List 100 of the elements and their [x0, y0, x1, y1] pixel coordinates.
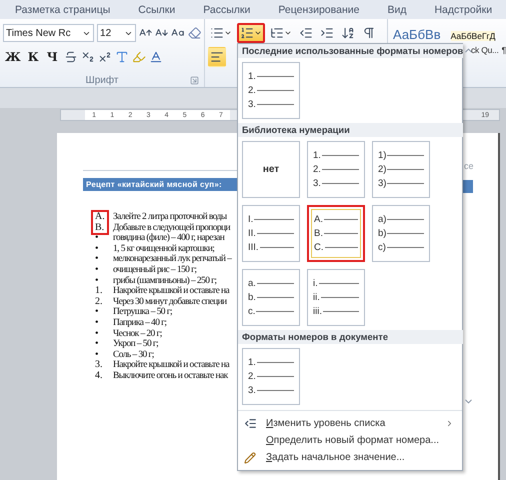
list-marker: 3.	[94, 360, 104, 371]
number-marker: a)	[378, 214, 386, 225]
decrease-indent-icon	[299, 26, 313, 40]
ribbon-tab[interactable]: Вид	[387, 4, 406, 16]
dialog-launcher-icon[interactable]	[190, 76, 199, 84]
number-marker: i.	[313, 278, 318, 289]
list-marker: 1.	[94, 286, 104, 297]
numbered-list-icon	[240, 26, 254, 40]
list-marker: •	[94, 307, 100, 318]
superscript-icon[interactable]	[98, 50, 112, 64]
number-marker: 2.	[248, 371, 256, 382]
font-size-field[interactable]: 12	[97, 24, 136, 42]
ribbon-tab[interactable]: Рассылки	[203, 4, 250, 16]
number-marker: ii.	[313, 292, 320, 303]
style-sample[interactable]: АаБбВеГгД	[450, 31, 496, 41]
clear-formatting-icon[interactable]	[188, 26, 201, 40]
number-format-option[interactable]: a) b) c)	[372, 205, 430, 262]
list-item-text: Через 30 минут добавьте специи	[113, 296, 228, 308]
pencil-icon	[244, 452, 256, 464]
number-marker: II.	[248, 228, 256, 239]
number-format-option[interactable]: 1. 2. 3.	[242, 348, 300, 405]
list-item-text: Добавьте в следующей пропорци	[113, 222, 232, 233]
number-format-option[interactable]: нет	[242, 141, 300, 198]
font-name-field[interactable]: Times New Rc	[3, 24, 94, 42]
caret-icon	[284, 29, 292, 37]
list-item-text: очищенный рис – 150 г;	[113, 264, 198, 276]
list-item-text: грибы (шампиньоны) – 250 г;	[113, 276, 218, 286]
list-item-text: мелконарезанный лук репчатый –	[113, 254, 232, 265]
list-level-icon	[244, 417, 256, 430]
number-marker: b)	[378, 228, 386, 239]
list-item-text: говядина (филе) – 400 г, нарезан	[113, 233, 226, 244]
number-marker: c.	[248, 306, 256, 317]
menu-item[interactable]: Задать начальное значение...	[238, 449, 462, 466]
number-marker: B.	[314, 228, 323, 239]
align-button[interactable]	[208, 47, 226, 67]
number-marker: 3)	[378, 178, 386, 189]
subscript-icon[interactable]	[80, 50, 95, 64]
list-marker: •	[94, 244, 100, 254]
number-marker: b.	[248, 292, 256, 303]
style-caption: ¶	[502, 45, 506, 55]
ribbon-tab[interactable]: Разметка страницы	[15, 4, 110, 16]
menu-item-label: Задать начальное значение...	[266, 452, 405, 463]
number-marker: C.	[314, 242, 324, 253]
list-marker: 2.	[94, 296, 104, 308]
ribbon-tab[interactable]: Надстройки	[434, 4, 492, 16]
number-format-option[interactable]: i. ii. iii.	[307, 269, 365, 326]
list-marker: •	[94, 328, 100, 340]
list-item-text: Петрушка – 50 г;	[113, 307, 174, 318]
text-style-button[interactable]: Ч	[44, 47, 61, 67]
menu-item[interactable]: Изменить уровень списка	[238, 415, 462, 432]
style-caption: ck Qu...	[470, 45, 499, 55]
heading-text: Рецепт «китайский мясной суп»:	[86, 180, 222, 189]
number-format-option[interactable]: 1) 2) 3)	[372, 141, 430, 198]
group-label: Шрифт	[86, 74, 118, 86]
text-style-button[interactable]: К	[26, 47, 42, 67]
caret-icon	[224, 29, 232, 37]
list-marker: •	[94, 350, 100, 360]
number-marker: 1.	[248, 357, 256, 368]
number-format-option[interactable]: a. b. c.	[242, 269, 300, 326]
number-marker: 2)	[378, 164, 386, 175]
number-marker: 2.	[313, 164, 321, 175]
ribbon-tab[interactable]: Ссылки	[138, 4, 176, 16]
style-sample[interactable]: АаБбВв	[393, 27, 441, 42]
number-format-option[interactable]: 1. 2. 3.	[242, 62, 300, 119]
text-effects-icon[interactable]	[114, 50, 129, 64]
strikethrough-icon[interactable]	[64, 50, 78, 64]
ribbon-tab[interactable]: Рецензирование	[278, 4, 360, 16]
section-header: Форматы номеров в документе	[242, 332, 388, 342]
number-marker: A.	[314, 214, 323, 225]
section-header: Библиотека нумерации	[242, 125, 350, 135]
caret-icon	[254, 29, 262, 37]
number-marker: I.	[248, 214, 254, 225]
none-label: нет	[262, 164, 280, 175]
list-item-text: Выключите огонь и оставьте нак	[113, 370, 230, 382]
page-header-text: ce	[464, 161, 474, 171]
list-marker: •	[94, 233, 100, 244]
menu-item[interactable]: Определить новый формат номера...	[238, 432, 462, 449]
font-color-icon[interactable]	[148, 50, 163, 64]
multilevel-list-icon	[270, 26, 284, 40]
menu-item-label: Изменить уровень списка	[266, 418, 386, 429]
number-marker: 3.	[248, 99, 256, 110]
pilcrow-icon	[362, 26, 376, 40]
list-item-text: Паприка – 40 г;	[113, 318, 168, 329]
list-button[interactable]	[237, 23, 265, 43]
heading-bar	[463, 180, 473, 193]
number-marker: 1)	[378, 150, 386, 161]
number-marker: a.	[248, 278, 256, 289]
number-format-option[interactable]: I. II. III.	[242, 205, 300, 262]
list-marker: •	[94, 254, 100, 265]
list-item-text: Накройте крышкой и оставьте на	[113, 360, 230, 371]
list-marker: •	[94, 318, 100, 329]
align-left-icon	[210, 50, 224, 64]
number-marker: iii.	[313, 306, 322, 317]
number-format-option[interactable]: 1. 2. 3.	[307, 141, 365, 198]
number-format-option[interactable]: A. B. C.	[307, 205, 365, 262]
list-marker: •	[94, 276, 100, 286]
list-item-text: Залейте 2 литра проточной воды	[113, 212, 228, 223]
number-marker: c)	[378, 242, 386, 253]
list-marker: A.	[91, 210, 109, 223]
text-style-button[interactable]: Ж	[3, 47, 23, 67]
